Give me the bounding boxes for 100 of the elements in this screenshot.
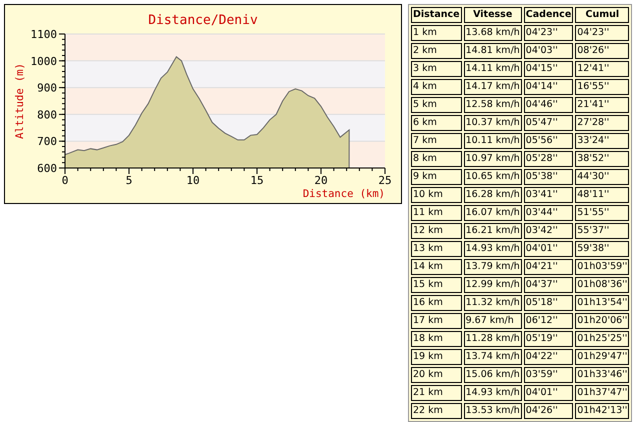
table-cell: 01h33'46'' bbox=[575, 367, 630, 383]
table-cell: 13.79 km/h bbox=[464, 259, 522, 275]
y-tick-label: 600 bbox=[37, 162, 57, 175]
table-cell: 12'41'' bbox=[575, 61, 630, 77]
table-cell: 01h25'25'' bbox=[575, 331, 630, 347]
table-cell: 59'38'' bbox=[575, 241, 630, 257]
table-cell: 04'01'' bbox=[524, 385, 574, 401]
x-axis-title: Distance (km) bbox=[302, 188, 385, 200]
y-tick-label: 1100 bbox=[30, 28, 57, 41]
table-cell: 13.53 km/h bbox=[464, 403, 522, 419]
table-cell: 01h29'47'' bbox=[575, 349, 630, 365]
table-cell: 05'28'' bbox=[524, 151, 574, 167]
table-cell: 10.37 km/h bbox=[464, 115, 522, 131]
x-tick-label: 25 bbox=[378, 174, 392, 187]
table-cell: 01h13'54'' bbox=[575, 295, 630, 311]
table-cell: 12 km bbox=[411, 223, 462, 239]
table-cell: 01h08'36'' bbox=[575, 277, 630, 293]
table-cell: 01h03'59'' bbox=[575, 259, 630, 275]
table-cell: 10 km bbox=[411, 187, 462, 203]
table-cell: 11.28 km/h bbox=[464, 331, 522, 347]
table-cell: 01h20'06'' bbox=[575, 313, 630, 329]
table-cell: 03'42'' bbox=[524, 223, 574, 239]
table-cell: 5 km bbox=[411, 97, 462, 113]
table-cell: 04'23'' bbox=[524, 25, 574, 41]
table-cell: 27'28'' bbox=[575, 115, 630, 131]
table-cell: 05'47'' bbox=[524, 115, 574, 131]
table-cell: 14.81 km/h bbox=[464, 43, 522, 59]
chart-title: Distance/Deniv bbox=[148, 13, 258, 28]
table-cell: 04'21'' bbox=[524, 259, 574, 275]
table-cell: 03'44'' bbox=[524, 205, 574, 221]
table-cell: 04'26'' bbox=[524, 403, 574, 419]
table-cell: 1 km bbox=[411, 25, 462, 41]
table-cell: 2 km bbox=[411, 43, 462, 59]
table-cell: 15.06 km/h bbox=[464, 367, 522, 383]
table-cell: 04'14'' bbox=[524, 79, 574, 95]
table-cell: 14.17 km/h bbox=[464, 79, 522, 95]
table-cell: 14.11 km/h bbox=[464, 61, 522, 77]
y-tick-label: 900 bbox=[37, 82, 57, 95]
y-axis-title: Altitude (m) bbox=[14, 63, 26, 139]
table-cell: 11 km bbox=[411, 205, 462, 221]
x-tick-label: 10 bbox=[186, 174, 200, 187]
table-cell: 10.11 km/h bbox=[464, 133, 522, 149]
table-cell: 22 km bbox=[411, 403, 462, 419]
table-cell: 06'12'' bbox=[524, 313, 574, 329]
x-tick-label: 20 bbox=[314, 174, 328, 187]
table-cell: 16.07 km/h bbox=[464, 205, 522, 221]
table-cell: 38'52'' bbox=[575, 151, 630, 167]
table-cell: 8 km bbox=[411, 151, 462, 167]
table-cell: 13.68 km/h bbox=[464, 25, 522, 41]
table-cell: 01h37'47'' bbox=[575, 385, 630, 401]
y-tick-label: 1000 bbox=[30, 54, 57, 68]
table-cell: 4 km bbox=[411, 79, 462, 95]
table-cell: 51'55'' bbox=[575, 205, 630, 221]
table-cell: 04'37'' bbox=[524, 277, 574, 293]
table-cell: 11.32 km/h bbox=[464, 295, 522, 311]
table-cell: 14.93 km/h bbox=[464, 241, 522, 257]
table-cell: 48'11'' bbox=[575, 187, 630, 203]
table-cell: 12.99 km/h bbox=[464, 277, 522, 293]
table-cell: 3 km bbox=[411, 61, 462, 77]
table-cell: 08'26'' bbox=[575, 43, 630, 59]
table-cell: 12.58 km/h bbox=[464, 97, 522, 113]
table-cell: 15 km bbox=[411, 277, 462, 293]
table-cell: 05'19'' bbox=[524, 331, 574, 347]
column-header: Cadence bbox=[524, 7, 574, 23]
table-cell: 9.67 km/h bbox=[464, 313, 522, 329]
y-tick-label: 800 bbox=[37, 108, 57, 122]
table-cell: 14.93 km/h bbox=[464, 385, 522, 401]
table-cell: 03'59'' bbox=[524, 367, 574, 383]
table-cell: 16'55'' bbox=[575, 79, 630, 95]
column-header: Distance bbox=[411, 7, 462, 23]
table-cell: 44'30'' bbox=[575, 169, 630, 185]
table-cell: 16.21 km/h bbox=[464, 223, 522, 239]
table-cell: 18 km bbox=[411, 331, 462, 347]
x-tick-label: 5 bbox=[126, 174, 132, 187]
table-cell: 04'23'' bbox=[575, 25, 630, 41]
table-cell: 05'18'' bbox=[524, 295, 574, 311]
table-cell: 05'56'' bbox=[524, 133, 574, 149]
table-cell: 04'03'' bbox=[524, 43, 574, 59]
table-cell: 19 km bbox=[411, 349, 462, 365]
table-cell: 04'15'' bbox=[524, 61, 574, 77]
x-tick-label: 15 bbox=[250, 174, 264, 187]
table-cell: 17 km bbox=[411, 313, 462, 329]
table-cell: 04'01'' bbox=[524, 241, 574, 257]
table-cell: 55'37'' bbox=[575, 223, 630, 239]
table-cell: 20 km bbox=[411, 367, 462, 383]
table-cell: 13.74 km/h bbox=[464, 349, 522, 365]
table-cell: 05'38'' bbox=[524, 169, 574, 185]
table-cell: 01h42'13'' bbox=[575, 403, 630, 419]
table-cell: 13 km bbox=[411, 241, 462, 257]
table-cell: 16.28 km/h bbox=[464, 187, 522, 203]
table-cell: 21 km bbox=[411, 385, 462, 401]
table-cell: 10.97 km/h bbox=[464, 151, 522, 167]
table-cell: 14 km bbox=[411, 259, 462, 275]
table-cell: 04'22'' bbox=[524, 349, 574, 365]
x-tick-label: 0 bbox=[62, 174, 68, 187]
table-cell: 10.65 km/h bbox=[464, 169, 522, 185]
table-cell: 03'41'' bbox=[524, 187, 574, 203]
y-tick-label: 700 bbox=[37, 135, 57, 148]
column-header: Cumul bbox=[575, 7, 630, 23]
table-cell: 16 km bbox=[411, 295, 462, 311]
